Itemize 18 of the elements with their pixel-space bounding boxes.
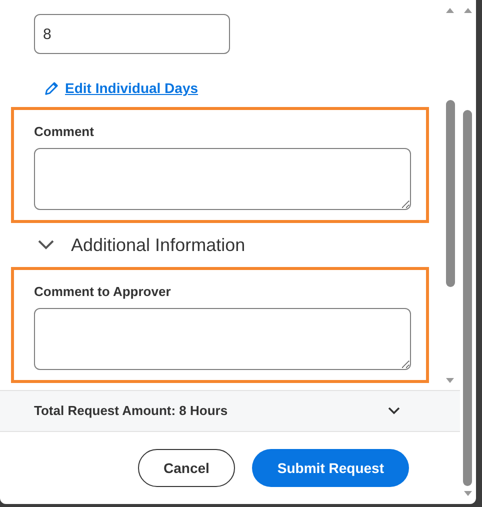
submit-button[interactable]: Submit Request: [252, 449, 409, 487]
scroll-up-icon[interactable]: [446, 8, 454, 13]
chevron-down-icon[interactable]: [388, 407, 400, 415]
edit-individual-days-link[interactable]: Edit Individual Days: [65, 78, 198, 99]
cancel-button[interactable]: Cancel: [138, 449, 236, 487]
scroll-down-icon[interactable]: [464, 491, 472, 496]
total-request-amount: Total Request Amount: 8 Hours: [34, 402, 228, 420]
additional-information-heading[interactable]: Additional Information: [71, 232, 246, 258]
field-label: Comment to Approver: [34, 284, 172, 300]
chevron-down-icon[interactable]: [37, 239, 55, 251]
comment-field[interactable]: [34, 148, 411, 210]
scroll-down-icon[interactable]: [446, 378, 454, 383]
summary-bar[interactable]: Total Request Amount: 8 Hours: [0, 390, 460, 432]
pencil-icon: [44, 81, 59, 96]
scroll-up-icon[interactable]: [464, 8, 472, 13]
field-label: Comment: [34, 124, 95, 140]
hours-field[interactable]: 8: [34, 14, 230, 54]
comment-field[interactable]: [34, 308, 411, 370]
